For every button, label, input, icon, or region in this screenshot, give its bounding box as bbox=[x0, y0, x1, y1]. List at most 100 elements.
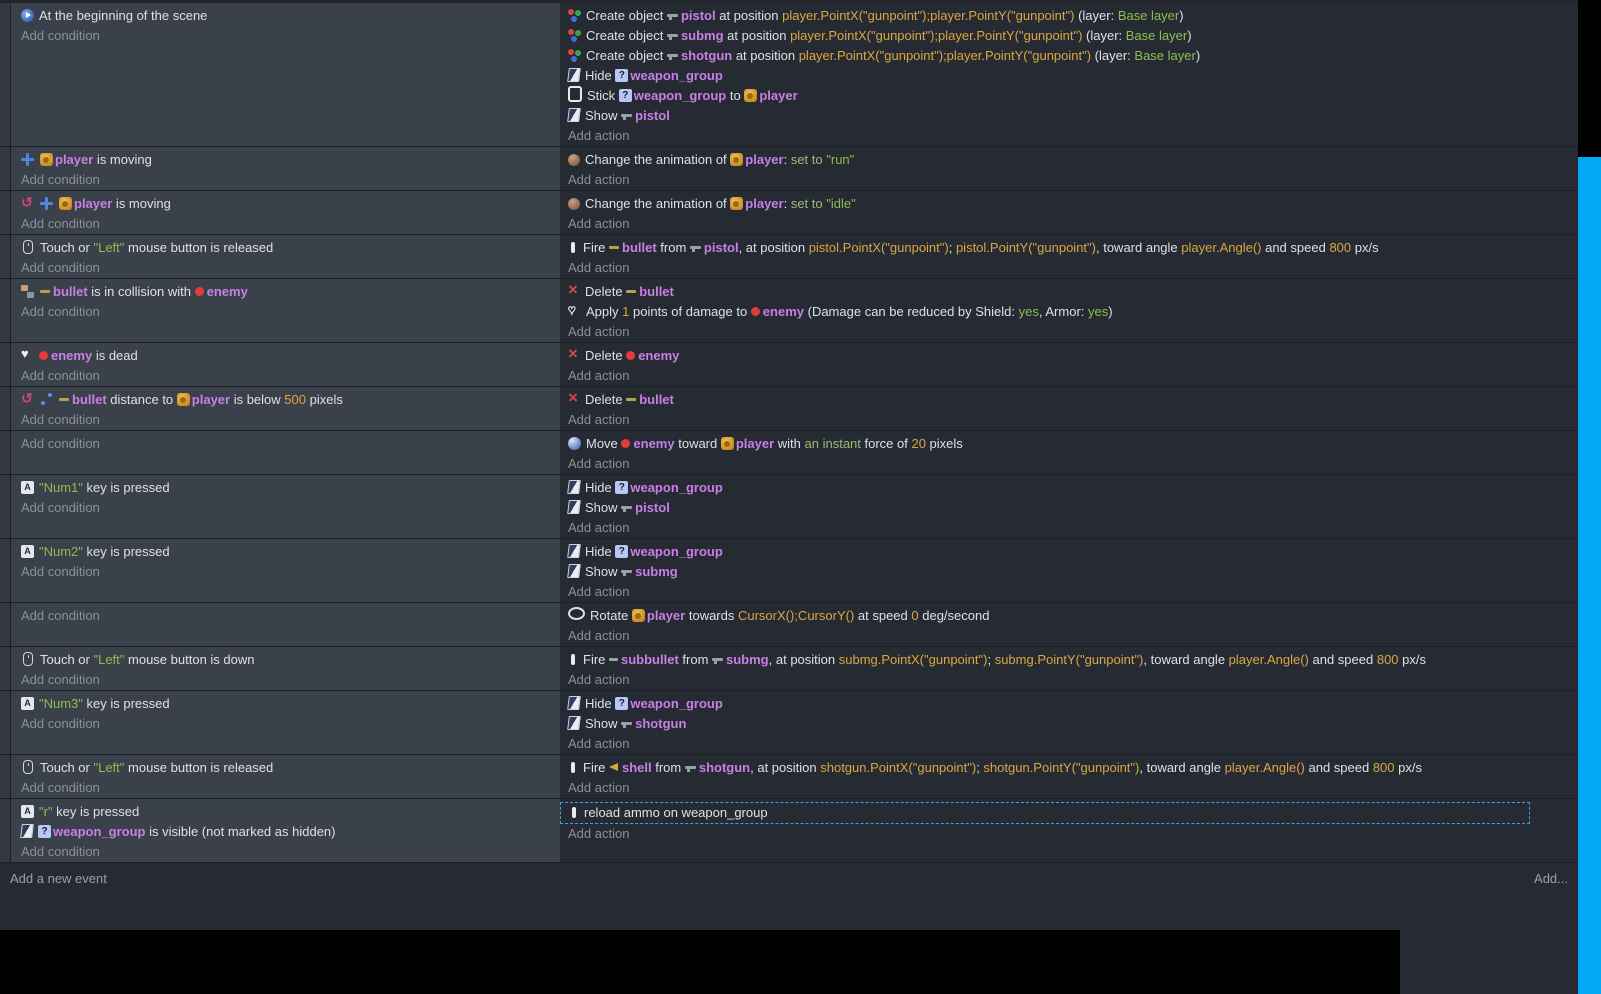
add-action-button[interactable]: Add action bbox=[560, 778, 1578, 798]
action[interactable]: Show pistol bbox=[560, 106, 1578, 126]
action[interactable]: Delete enemy bbox=[560, 346, 1578, 366]
event-gutter[interactable] bbox=[0, 387, 11, 430]
condition[interactable]: "Num1" key is pressed bbox=[11, 478, 560, 498]
text-segment: player bbox=[74, 196, 112, 211]
action[interactable]: Create object pistol at position player.… bbox=[560, 6, 1578, 26]
condition[interactable]: At the beginning of the scene bbox=[11, 6, 560, 26]
action[interactable]: Hide weapon_group bbox=[560, 478, 1578, 498]
event-gutter[interactable] bbox=[0, 603, 11, 646]
add-condition-button[interactable]: Add condition bbox=[11, 410, 560, 430]
action[interactable]: Show shotgun bbox=[560, 714, 1578, 734]
event-gutter[interactable] bbox=[0, 191, 11, 234]
add-condition-button[interactable]: Add condition bbox=[11, 26, 560, 46]
add-action-button[interactable]: Add action bbox=[560, 626, 1578, 646]
actions-panel: Change the animation of player: set to "… bbox=[560, 191, 1578, 234]
action[interactable]: Show submg bbox=[560, 562, 1578, 582]
delete-icon bbox=[568, 393, 580, 406]
add-condition-button[interactable]: Add condition bbox=[11, 498, 560, 518]
action[interactable]: Apply 1 points of damage to enemy (Damag… bbox=[560, 302, 1578, 322]
text-segment: player bbox=[745, 196, 783, 211]
add-condition-button[interactable]: Add condition bbox=[11, 606, 560, 626]
action[interactable]: reload ammo on weapon_group bbox=[560, 802, 1530, 824]
text-segment: pistol bbox=[681, 8, 716, 23]
add-action-button[interactable]: Add action bbox=[560, 258, 1578, 278]
action[interactable]: Fire subbullet from submg, at position s… bbox=[560, 650, 1578, 670]
add-condition-button[interactable]: Add condition bbox=[11, 562, 560, 582]
condition[interactable]: weapon_group is visible (not marked as h… bbox=[11, 822, 560, 842]
event-row: Touch or "Left" mouse button is released… bbox=[0, 235, 1578, 279]
add-condition-button[interactable]: Add condition bbox=[11, 214, 560, 234]
condition[interactable]: enemy is dead bbox=[11, 346, 560, 366]
action[interactable]: Stick weapon_group to player bbox=[560, 86, 1578, 106]
add-condition-button[interactable]: Add condition bbox=[11, 670, 560, 690]
add-condition-button[interactable]: Add condition bbox=[11, 714, 560, 734]
action[interactable]: Rotate player towards CursorX();CursorY(… bbox=[560, 606, 1578, 626]
action[interactable]: Fire shell from shotgun, at position sho… bbox=[560, 758, 1578, 778]
add-condition-button[interactable]: Add condition bbox=[11, 366, 560, 386]
add-condition-button[interactable]: Add condition bbox=[11, 170, 560, 190]
add-new-event-button[interactable]: Add a new event bbox=[10, 871, 107, 886]
event-gutter[interactable] bbox=[0, 431, 11, 474]
condition[interactable]: bullet distance to player is below 500 p… bbox=[11, 390, 560, 410]
add-condition-button[interactable]: Add condition bbox=[11, 842, 560, 862]
event-gutter[interactable] bbox=[0, 475, 11, 538]
text-segment: Hide bbox=[585, 696, 615, 711]
add-action-button[interactable]: Add action bbox=[560, 410, 1578, 430]
event-gutter[interactable] bbox=[0, 539, 11, 602]
event-row: "Num3" key is pressedAdd conditionHide w… bbox=[0, 691, 1578, 755]
event-gutter[interactable] bbox=[0, 279, 11, 342]
action[interactable]: Create object submg at position player.P… bbox=[560, 26, 1578, 46]
add-action-button[interactable]: Add action bbox=[560, 126, 1578, 146]
condition[interactable]: "Num2" key is pressed bbox=[11, 542, 560, 562]
add-condition-button[interactable]: Add condition bbox=[11, 302, 560, 322]
action[interactable]: Change the animation of player: set to "… bbox=[560, 150, 1578, 170]
action[interactable]: Show pistol bbox=[560, 498, 1578, 518]
actions-panel: Create object pistol at position player.… bbox=[560, 3, 1578, 146]
text-segment: enemy bbox=[51, 348, 92, 363]
action[interactable]: Hide weapon_group bbox=[560, 694, 1578, 714]
condition[interactable]: Touch or "Left" mouse button is released bbox=[11, 758, 560, 778]
add-action-button[interactable]: Add action bbox=[560, 734, 1578, 754]
action[interactable]: Create object shotgun at position player… bbox=[560, 46, 1578, 66]
event-gutter[interactable] bbox=[0, 755, 11, 798]
text-segment: key is pressed bbox=[83, 544, 170, 559]
action[interactable]: Fire bullet from pistol, at position pis… bbox=[560, 238, 1578, 258]
condition[interactable]: "r" key is pressed bbox=[11, 802, 560, 822]
event-gutter[interactable] bbox=[0, 147, 11, 190]
text-segment: Show bbox=[585, 500, 621, 515]
action[interactable]: Move enemy toward player with an instant… bbox=[560, 434, 1578, 454]
text-segment: Base layer bbox=[1118, 8, 1179, 23]
event-gutter[interactable] bbox=[0, 235, 11, 278]
condition[interactable]: bullet is in collision with enemy bbox=[11, 282, 560, 302]
add-action-button[interactable]: Add action bbox=[560, 366, 1578, 386]
condition[interactable]: "Num3" key is pressed bbox=[11, 694, 560, 714]
condition[interactable]: Touch or "Left" mouse button is down bbox=[11, 650, 560, 670]
add-condition-button[interactable]: Add condition bbox=[11, 258, 560, 278]
add-action-button[interactable]: Add action bbox=[560, 670, 1578, 690]
action[interactable]: Delete bullet bbox=[560, 282, 1578, 302]
add-action-button[interactable]: Add action bbox=[560, 518, 1578, 538]
add-action-button[interactable]: Add action bbox=[560, 582, 1578, 602]
action[interactable]: Change the animation of player: set to "… bbox=[560, 194, 1578, 214]
add-action-button[interactable]: Add action bbox=[560, 214, 1578, 234]
add-action-button[interactable]: Add action bbox=[560, 322, 1578, 342]
conditions-panel: "r" key is pressedweapon_group is visibl… bbox=[11, 799, 560, 862]
event-gutter[interactable] bbox=[0, 343, 11, 386]
add-condition-button[interactable]: Add condition bbox=[11, 434, 560, 454]
action[interactable]: Hide weapon_group bbox=[560, 66, 1578, 86]
text-segment: yes bbox=[1088, 304, 1108, 319]
action[interactable]: Delete bullet bbox=[560, 390, 1578, 410]
add-condition-button[interactable]: Add condition bbox=[11, 778, 560, 798]
add-action-button[interactable]: Add action bbox=[560, 170, 1578, 190]
condition[interactable]: player is moving bbox=[11, 194, 560, 214]
event-gutter[interactable] bbox=[0, 799, 11, 862]
event-gutter[interactable] bbox=[0, 691, 11, 754]
action[interactable]: Hide weapon_group bbox=[560, 542, 1578, 562]
condition[interactable]: player is moving bbox=[11, 150, 560, 170]
event-gutter[interactable] bbox=[0, 3, 11, 146]
add-action-button[interactable]: Add action bbox=[560, 824, 1578, 844]
condition[interactable]: Touch or "Left" mouse button is released bbox=[11, 238, 560, 258]
add-more-button[interactable]: Add... bbox=[1534, 871, 1568, 886]
event-gutter[interactable] bbox=[0, 647, 11, 690]
add-action-button[interactable]: Add action bbox=[560, 454, 1578, 474]
